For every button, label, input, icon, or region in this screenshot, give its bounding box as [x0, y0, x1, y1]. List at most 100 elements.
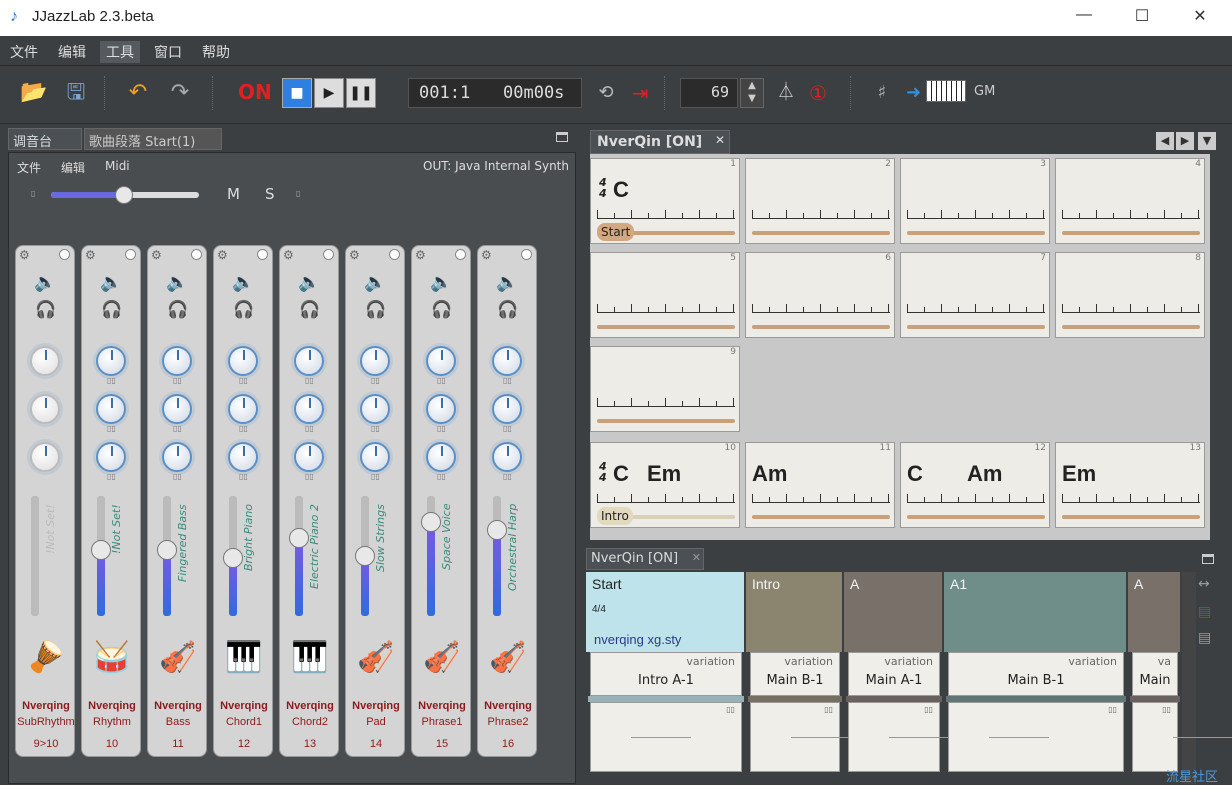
headphone-icon[interactable]: 🎧 — [233, 300, 254, 320]
volume-thumb[interactable] — [355, 546, 375, 566]
mixer-menu-file[interactable]: 文件 — [17, 159, 41, 176]
chord-bar[interactable]: 7 — [900, 252, 1050, 338]
menu-file[interactable]: 文件 — [4, 41, 44, 63]
dropdown-icon[interactable]: ▼ — [1198, 132, 1216, 150]
chord-bar[interactable]: 10 44 C Em Intro — [590, 442, 740, 528]
song-part-header[interactable]: Start 4/4 nverqing xg.sty — [586, 572, 744, 652]
count-in-icon[interactable]: ① — [802, 78, 834, 108]
volume-track[interactable] — [31, 496, 39, 616]
bass-icon[interactable]: 🎻 — [152, 640, 204, 690]
channel-select-radio[interactable] — [323, 249, 334, 260]
channel-knob[interactable] — [96, 442, 126, 472]
tab-leadsheet[interactable]: NverQin [ON] ✕ — [590, 130, 730, 154]
violin-icon[interactable]: 🎻 — [416, 640, 468, 690]
channel-knob[interactable] — [426, 346, 456, 376]
song-part-header[interactable]: A — [844, 572, 942, 652]
vertical-scrollbar[interactable] — [1182, 572, 1196, 784]
chord-bar[interactable]: 2 — [745, 158, 895, 244]
minimize-panel-icon[interactable] — [556, 132, 568, 142]
channel-knob[interactable] — [492, 346, 522, 376]
channel-knob[interactable] — [294, 346, 324, 376]
gear-icon[interactable]: ⚙ — [481, 248, 492, 262]
mute-all-button[interactable]: M — [227, 185, 240, 203]
chord-bar[interactable]: 12 C Am — [900, 442, 1050, 528]
undo-icon[interactable]: ↶ — [122, 78, 154, 108]
channel-select-radio[interactable] — [389, 249, 400, 260]
speaker-icon[interactable]: 🔈 — [430, 272, 452, 293]
violin-icon[interactable]: 🎻 — [350, 640, 402, 690]
chord-symbol[interactable]: Am — [967, 461, 1002, 487]
channel-select-radio[interactable] — [59, 249, 70, 260]
scroll-right-icon[interactable]: ▶ — [1176, 132, 1194, 150]
speaker-icon[interactable]: 🔈 — [298, 272, 320, 293]
instrument-name[interactable]: !Not Set! — [110, 504, 140, 624]
tab-mixer[interactable]: 调音台 — [8, 128, 82, 150]
midi-out-icon[interactable]: ➜ — [906, 82, 921, 103]
redo-icon[interactable]: ↷ — [164, 78, 196, 108]
master-volume-thumb[interactable] — [115, 186, 133, 204]
channel-knob[interactable] — [492, 442, 522, 472]
menu-edit[interactable]: 编辑 — [52, 41, 92, 63]
channel-knob[interactable] — [30, 394, 60, 424]
speaker-icon[interactable]: 🔈 — [232, 272, 254, 293]
master-volume-slider[interactable] — [51, 186, 199, 204]
maximize-button[interactable]: ☐ — [1122, 6, 1162, 30]
channel-select-radio[interactable] — [521, 249, 532, 260]
volume-thumb[interactable] — [157, 540, 177, 560]
play-button[interactable]: ▶ — [314, 78, 344, 108]
chord-symbol[interactable]: Am — [752, 461, 787, 487]
variation-cell[interactable]: variation Intro A-1 — [590, 652, 742, 696]
volume-thumb[interactable] — [91, 540, 111, 560]
volume-thumb[interactable] — [421, 512, 441, 532]
channel-knob[interactable] — [162, 394, 192, 424]
close-tab-icon[interactable]: ✕ — [692, 551, 701, 564]
channel-knob[interactable] — [30, 346, 60, 376]
speaker-icon[interactable]: 🔈 — [364, 272, 386, 293]
loop-icon[interactable]: ⟲ — [590, 78, 622, 108]
minimize-panel-icon[interactable] — [1202, 554, 1214, 564]
gear-icon[interactable]: ⚙ — [349, 248, 360, 262]
chord-bar[interactable]: 9 — [590, 346, 740, 432]
conga-icon[interactable]: 🪘 — [20, 640, 72, 690]
chord-bar[interactable]: 4 — [1055, 158, 1205, 244]
rhythm-style-name[interactable]: nverqing xg.sty — [594, 632, 681, 647]
menu-tools[interactable]: 工具 — [100, 41, 140, 63]
song-part-header[interactable]: A — [1128, 572, 1180, 652]
menu-help[interactable]: 帮助 — [196, 41, 236, 63]
channel-knob[interactable] — [426, 394, 456, 424]
close-tab-icon[interactable]: ✕ — [715, 133, 725, 147]
chord-bar[interactable]: 5 — [590, 252, 740, 338]
channel-select-radio[interactable] — [125, 249, 136, 260]
instrument-name[interactable]: Slow Strings — [374, 504, 404, 624]
channel-knob[interactable] — [426, 442, 456, 472]
chord-bar[interactable]: 3 — [900, 158, 1050, 244]
channel-knob[interactable] — [360, 442, 390, 472]
parameter-cell[interactable]: ▯▯ — [750, 702, 851, 772]
tab-song-structure[interactable]: NverQin [ON] ✕ — [586, 548, 704, 570]
chord-symbol[interactable]: C — [613, 177, 629, 203]
solo-all-button[interactable]: S — [265, 185, 275, 203]
scroll-left-icon[interactable]: ◀ — [1156, 132, 1174, 150]
parameter-cell[interactable]: ▯▯ — [590, 702, 742, 772]
open-folder-icon[interactable]: 📂 — [18, 78, 50, 108]
variation-cell[interactable]: variation Main B-1 — [750, 652, 840, 696]
instrument-name[interactable]: !Not Set! — [44, 504, 74, 624]
channel-knob[interactable] — [96, 346, 126, 376]
speaker-icon[interactable]: 🔈 — [100, 272, 122, 293]
gear-icon[interactable]: ⚙ — [151, 248, 162, 262]
chord-bar[interactable]: 11 Am — [745, 442, 895, 528]
gear-icon[interactable]: ⚙ — [283, 248, 294, 262]
channel-knob[interactable] — [360, 394, 390, 424]
channel-knob[interactable] — [96, 394, 126, 424]
song-part-header[interactable]: A1 — [944, 572, 1126, 652]
section-tag[interactable]: Start — [597, 223, 635, 241]
save-icon[interactable]: 🖫 — [60, 78, 92, 108]
minimize-button[interactable]: — — [1064, 6, 1104, 30]
chord-symbol[interactable]: C — [907, 461, 923, 487]
gear-icon[interactable]: ⚙ — [217, 248, 228, 262]
gear-icon[interactable]: ⚙ — [415, 248, 426, 262]
headphone-icon[interactable]: 🎧 — [101, 300, 122, 320]
volume-thumb[interactable] — [487, 520, 507, 540]
keyboard-icon[interactable]: 🎹 — [284, 640, 336, 690]
channel-knob[interactable] — [30, 442, 60, 472]
